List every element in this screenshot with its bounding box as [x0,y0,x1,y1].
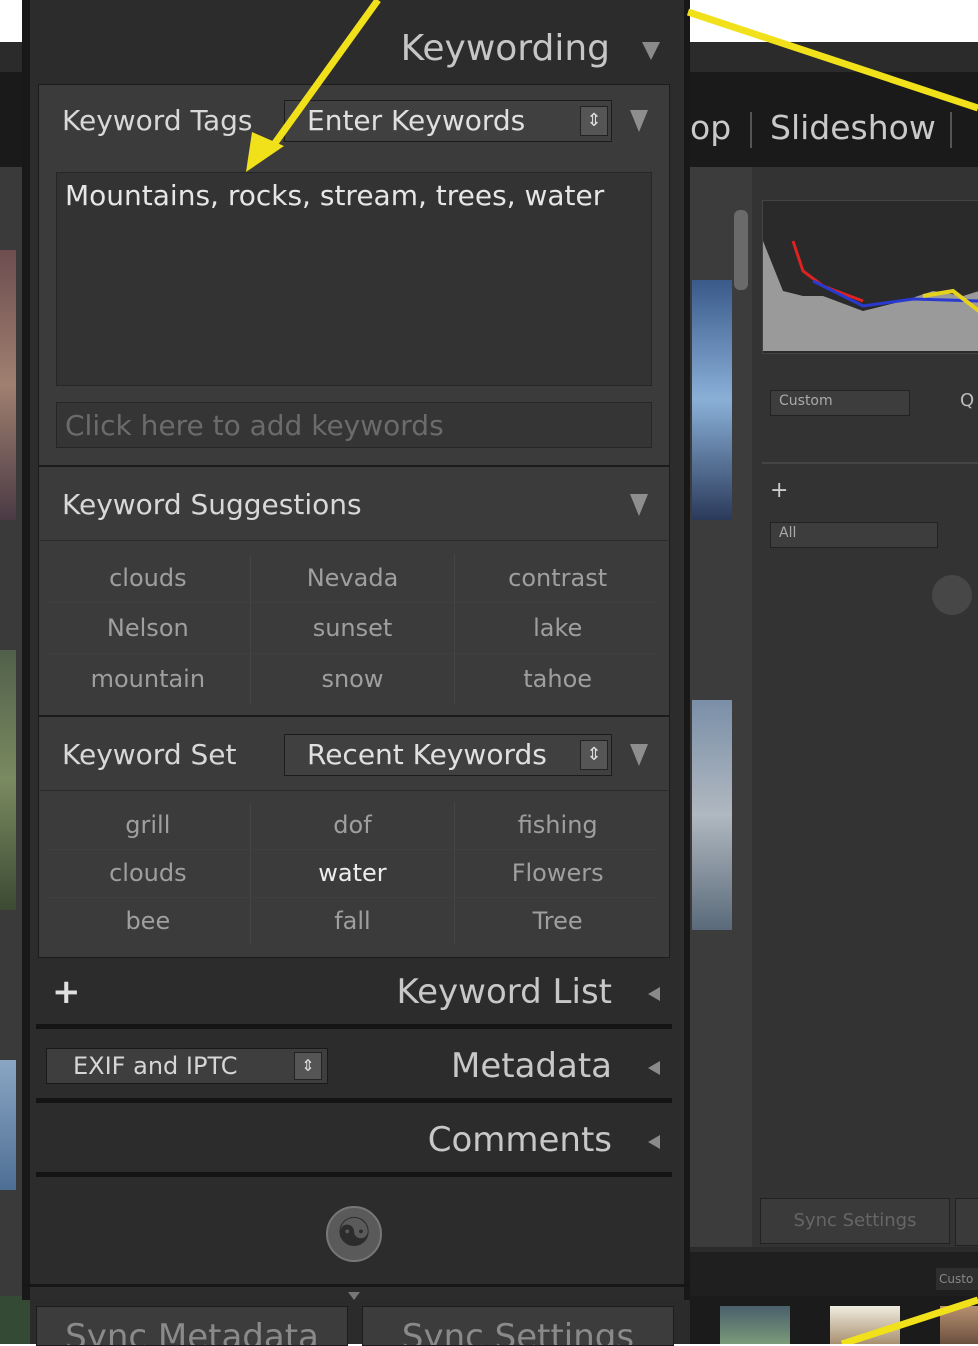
suggestion-keyword[interactable]: Nelson [46,603,251,654]
metadata-preset-value: EXIF and IPTC [73,1052,238,1080]
sync-settings-button[interactable]: Sync Settings [362,1306,674,1346]
thumbnail[interactable] [0,250,16,520]
suggestion-keyword[interactable]: lake [455,603,660,654]
right-preset-label: Custom [779,393,833,409]
module-partial-label[interactable]: op [690,108,731,147]
keyword-entry-mode-select[interactable]: Enter Keywords [284,100,612,142]
updown-arrows-icon[interactable]: ⇕ [580,106,608,136]
sync-metadata-button[interactable]: Sync Metadata [36,1306,348,1346]
right-divider [762,462,978,464]
section-collapse-triangle-icon[interactable] [630,110,648,132]
divider [36,1024,672,1029]
keyword-set-item[interactable]: grill [46,802,251,850]
module-separator [950,112,952,148]
divider [40,790,668,791]
divider [36,1098,672,1103]
keyword-list-title[interactable]: Keyword List [300,972,612,1012]
suggestion-keyword[interactable]: sunset [250,603,456,654]
expand-triangle-icon[interactable] [648,1135,660,1149]
keywording-title[interactable]: Keywording [300,28,610,69]
right-sync-settings-button[interactable]: Sync Settings [760,1198,950,1244]
updown-arrows-icon[interactable]: ⇕ [294,1052,322,1080]
keyword-set-item[interactable]: Flowers [455,850,660,898]
module-slideshow[interactable]: Slideshow [770,108,936,147]
keyword-set-item[interactable]: clouds [46,850,251,898]
thumbnail[interactable] [692,280,732,520]
keyword-entry-mode-value: Enter Keywords [307,104,526,137]
metadata-preset-select[interactable]: EXIF and IPTC [46,1048,328,1084]
expand-triangle-icon[interactable] [648,987,660,1001]
filmstrip-thumbnail[interactable] [830,1306,900,1344]
right-filter-label: All [779,525,797,541]
yin-yang-icon [932,575,972,615]
divider [40,540,668,541]
keyword-tags-label: Keyword Tags [62,104,253,137]
thumbnail[interactable] [0,1060,16,1190]
suggestions-grid: clouds Nevada contrast Nelson sunset lak… [46,554,660,704]
filmstrip-thumbnail[interactable] [940,1306,978,1344]
right-filter-select[interactable]: All [770,522,938,548]
keyword-set-select[interactable]: Recent Keywords [284,734,612,776]
section-collapse-triangle-icon[interactable] [630,744,648,766]
keyword-set-item[interactable]: bee [46,898,251,944]
keyword-suggestions-label: Keyword Suggestions [62,488,362,521]
keyword-set-item[interactable]: Tree [455,898,660,944]
add-keywords-input[interactable] [56,402,652,448]
suggestion-keyword[interactable]: contrast [455,554,660,603]
histogram [762,200,978,354]
suggestion-keyword[interactable]: Nevada [250,554,456,603]
panel-end-marker-icon [348,1292,360,1300]
filmstrip-thumbnail[interactable] [720,1306,790,1344]
suggestion-keyword[interactable]: tahoe [455,654,660,704]
keyword-set-grid: grill dof fishing clouds water Flowers b… [46,802,660,944]
suggestion-keyword[interactable]: clouds [46,554,251,603]
keyword-set-item[interactable]: fall [251,898,456,944]
right-q-label: Q [960,390,975,411]
metadata-title[interactable]: Metadata [400,1046,612,1086]
filmstrip-filter[interactable]: Custo [936,1268,978,1290]
divider [22,1284,690,1287]
yin-yang-icon: ☯ [326,1206,382,1262]
scrollbar[interactable] [734,210,748,290]
keyword-tags-textarea[interactable] [56,172,652,386]
keyword-set-item[interactable]: dof [250,802,456,850]
keyword-set-item-active[interactable]: water [250,850,456,898]
suggestion-keyword[interactable]: snow [251,654,456,704]
thumbnail[interactable] [0,650,16,910]
keyword-set-item[interactable]: fishing [455,802,660,850]
right-add-icon[interactable]: + [770,478,788,503]
thumbnail[interactable] [0,1296,30,1344]
section-collapse-triangle-icon[interactable] [630,494,648,516]
keyword-set-label: Keyword Set [62,738,237,771]
divider [36,1172,672,1177]
updown-arrows-icon[interactable]: ⇕ [580,740,608,770]
add-keyword-icon[interactable]: + [52,972,81,1012]
right-reset-button[interactable] [955,1198,978,1246]
thumbnail[interactable] [692,700,732,930]
suggestion-keyword[interactable]: mountain [46,654,251,704]
right-preset-select[interactable]: Custom [770,390,910,416]
module-separator [750,112,752,148]
collapse-triangle-icon[interactable] [642,42,660,60]
comments-title[interactable]: Comments [400,1120,612,1160]
keyword-set-value: Recent Keywords [307,738,547,771]
expand-triangle-icon[interactable] [648,1061,660,1075]
filmstrip-toolbar [690,1252,978,1296]
